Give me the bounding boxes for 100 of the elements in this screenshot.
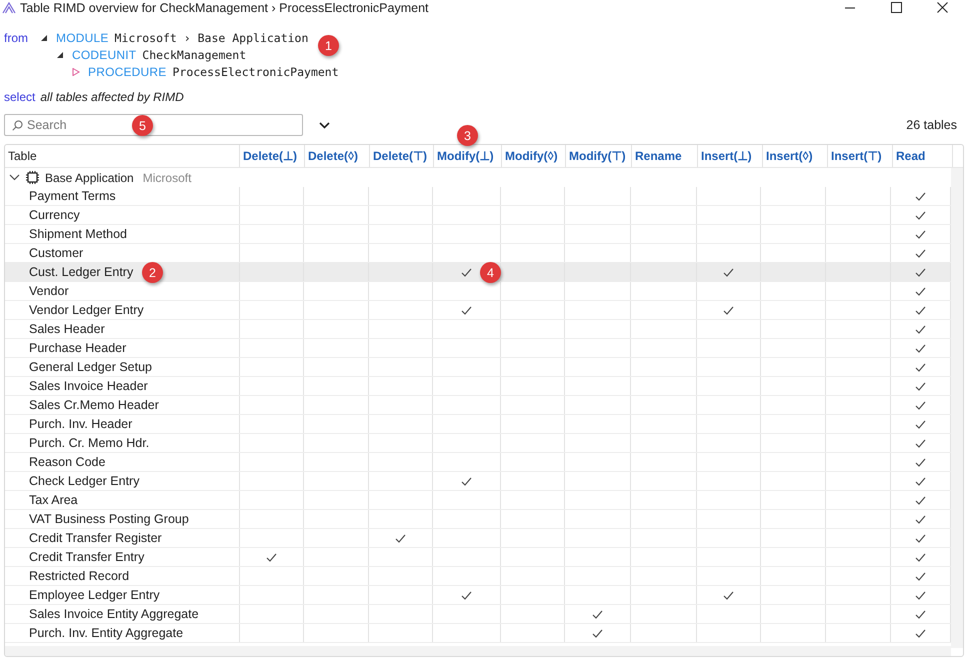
- table-name-cell: Sales Cr.Memo Header: [5, 396, 240, 414]
- scope-kind-label: MODULE: [56, 30, 109, 44]
- table-name-cell: VAT Business Posting Group: [5, 510, 240, 528]
- table-row[interactable]: VAT Business Posting Group: [5, 510, 951, 529]
- column-header[interactable]: Delete(◊): [305, 145, 370, 167]
- expanded-chevron-icon[interactable]: [9, 174, 20, 181]
- table-row[interactable]: Sales Cr.Memo Header: [5, 396, 951, 415]
- check-icon: [915, 514, 926, 524]
- dropdown-button[interactable]: [317, 120, 332, 130]
- scope-name: CheckManagement: [142, 48, 246, 62]
- check-icon: [915, 458, 926, 466]
- check-icon: [915, 286, 926, 296]
- table-row[interactable]: Sales Invoice Entity Aggregate: [5, 605, 951, 624]
- table-row[interactable]: Payment Terms: [5, 187, 951, 206]
- column-header[interactable]: Modify(◊): [502, 145, 566, 167]
- scope-name: Microsoft › Base Application: [114, 30, 308, 44]
- column-header[interactable]: Read: [893, 145, 953, 167]
- table-name-cell: Purch. Cr. Memo Hdr.: [5, 434, 240, 452]
- check-icon: [395, 534, 406, 542]
- group-publisher: Microsoft: [142, 170, 192, 184]
- check-icon: [461, 590, 472, 600]
- check-icon: [915, 382, 926, 390]
- table-row[interactable]: Reason Code: [5, 453, 951, 472]
- table-row[interactable]: Vendor Ledger Entry: [5, 301, 951, 320]
- search-icon: [12, 120, 23, 131]
- check-icon: [915, 306, 926, 314]
- check-icon: [915, 210, 926, 220]
- check-icon: [915, 496, 926, 504]
- table-row[interactable]: General Ledger Setup: [5, 358, 951, 377]
- check-icon: [915, 230, 926, 238]
- window-title: Table RIMD overview for CheckManagement › ProcessElectronicPayment: [20, 0, 430, 14]
- check-icon: [915, 534, 926, 542]
- check-icon: [915, 572, 926, 580]
- check-icon: [592, 610, 603, 618]
- table-name-cell: Currency: [5, 206, 240, 224]
- table-name-cell: Purchase Header: [5, 339, 240, 357]
- table-name-cell: Tax Area: [5, 491, 240, 509]
- check-icon: [915, 248, 926, 258]
- check-icon: [461, 476, 472, 486]
- table-name-cell: Restricted Record: [5, 567, 240, 585]
- check-icon: [915, 476, 926, 486]
- callout-badge: 1: [318, 35, 339, 56]
- check-icon: [592, 628, 603, 638]
- scope-kind-label: PROCEDURE: [88, 64, 166, 78]
- table-count: 26 tables: [906, 118, 957, 132]
- column-header[interactable]: Delete(⊥): [240, 145, 305, 167]
- select-keyword: select: [4, 90, 36, 104]
- table-row[interactable]: Purch. Inv. Header: [5, 415, 951, 434]
- column-header[interactable]: Rename: [632, 145, 698, 167]
- check-icon: [915, 400, 926, 410]
- check-icon: [461, 306, 472, 314]
- vertical-scrollbar[interactable]: [951, 168, 963, 648]
- column-header[interactable]: Table: [5, 145, 240, 167]
- column-header[interactable]: Insert(◊): [763, 145, 828, 167]
- table-name-cell: Purch. Inv. Header: [5, 415, 240, 433]
- table-name-cell: Check Ledger Entry: [5, 472, 240, 490]
- table-row[interactable]: Shipment Method: [5, 225, 951, 244]
- table-row[interactable]: Purch. Inv. Entity Aggregate: [5, 624, 951, 643]
- column-header[interactable]: Modify(⊤): [566, 145, 632, 167]
- table-name-cell: Payment Terms: [5, 187, 240, 205]
- horizontal-scrollbar[interactable]: [5, 646, 951, 656]
- table-row[interactable]: Check Ledger Entry: [5, 472, 951, 491]
- check-icon: [915, 552, 926, 562]
- callout-badge: 3: [457, 125, 478, 146]
- check-icon: [915, 362, 926, 372]
- table-row[interactable]: Employee Ledger Entry: [5, 586, 951, 605]
- table-row[interactable]: Sales Header: [5, 320, 951, 339]
- check-icon: [915, 590, 926, 600]
- table-name-cell: Credit Transfer Register: [5, 529, 240, 547]
- expanded-triangle-icon[interactable]: [56, 50, 64, 58]
- table-name-cell: Shipment Method: [5, 225, 240, 243]
- table-row[interactable]: Credit Transfer Register: [5, 529, 951, 548]
- table-row[interactable]: Currency: [5, 206, 951, 225]
- column-header[interactable]: Insert(⊥): [698, 145, 763, 167]
- check-icon: [722, 268, 734, 276]
- table-row[interactable]: Vendor: [5, 282, 951, 301]
- table-row[interactable]: Credit Transfer Entry: [5, 548, 951, 567]
- play-icon[interactable]: [72, 68, 80, 76]
- check-icon: [722, 590, 734, 600]
- table-row[interactable]: Purch. Cr. Memo Hdr.: [5, 434, 951, 453]
- table-row[interactable]: Restricted Record: [5, 567, 951, 586]
- close-icon[interactable]: [936, 2, 948, 13]
- from-keyword: from: [4, 30, 29, 44]
- table-row[interactable]: Tax Area: [5, 491, 951, 510]
- column-header[interactable]: Insert(⊤): [828, 145, 893, 167]
- app-logo-icon: [2, 2, 16, 14]
- check-icon: [915, 420, 926, 428]
- table-name-cell: Purch. Inv. Entity Aggregate: [5, 624, 240, 642]
- table-name-cell: Sales Invoice Header: [5, 377, 240, 395]
- maximize-icon[interactable]: [890, 2, 902, 13]
- table-row[interactable]: Sales Invoice Header: [5, 377, 951, 396]
- expanded-triangle-icon[interactable]: [40, 34, 48, 42]
- check-icon: [915, 192, 926, 200]
- table-name-cell: General Ledger Setup: [5, 358, 240, 376]
- table-name-cell: Sales Header: [5, 320, 240, 338]
- column-header[interactable]: Delete(⊤): [370, 145, 434, 167]
- table-row[interactable]: Purchase Header: [5, 339, 951, 358]
- check-icon: [915, 344, 926, 352]
- table-name-cell: Vendor Ledger Entry: [5, 301, 240, 319]
- check-icon: [722, 306, 734, 314]
